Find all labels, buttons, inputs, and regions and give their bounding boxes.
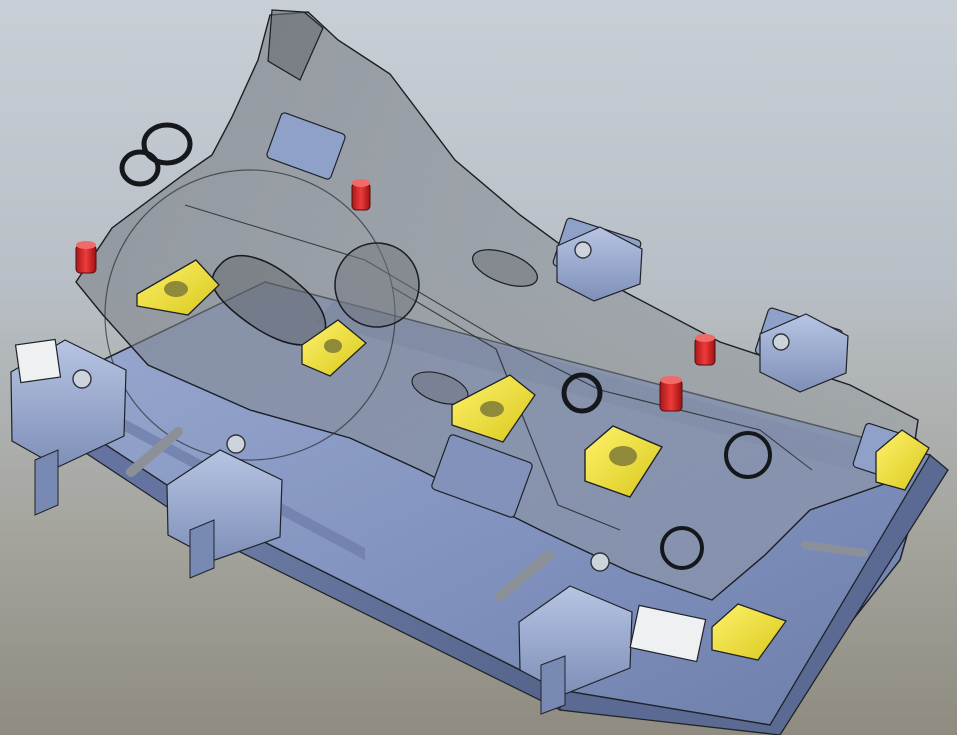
locator-hole-2 <box>324 339 342 353</box>
locating-pin-1[interactable] <box>75 244 97 274</box>
locating-pin-3-top <box>660 376 682 384</box>
cad-viewport[interactable] <box>0 0 957 735</box>
locator-hole-4 <box>609 446 637 466</box>
upper-eye-2 <box>119 149 161 187</box>
locator-hole-1 <box>164 281 188 297</box>
locating-pin-2-top <box>352 179 370 187</box>
frame-bore <box>334 242 420 328</box>
locating-pin-4-top <box>695 334 715 342</box>
locator-hole-3 <box>480 401 504 417</box>
locating-pin-1-top <box>76 241 96 249</box>
locating-pin-2[interactable] <box>351 182 371 211</box>
locating-pin-3[interactable] <box>659 379 683 412</box>
locating-pin-4[interactable] <box>694 337 716 366</box>
fixture-assembly-render[interactable] <box>0 0 957 735</box>
